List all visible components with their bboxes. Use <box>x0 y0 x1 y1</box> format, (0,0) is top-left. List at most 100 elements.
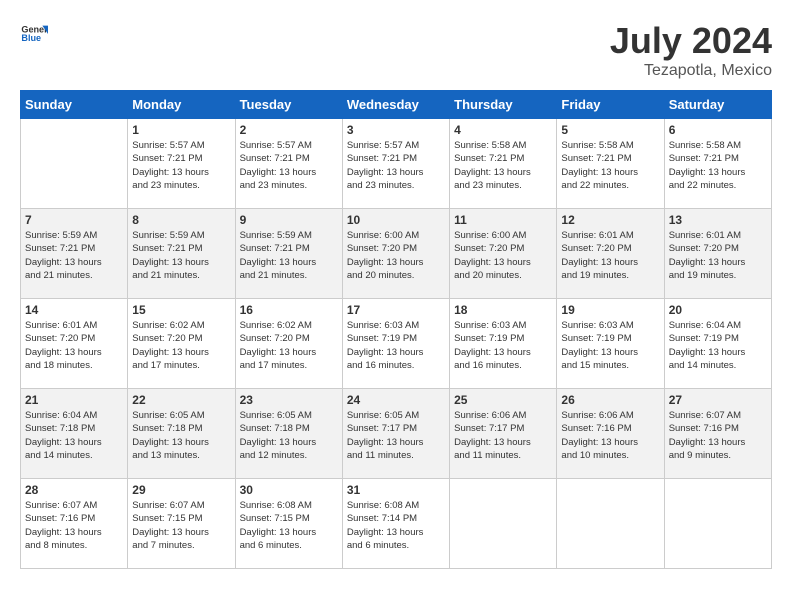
calendar-week-row: 1 Sunrise: 5:57 AMSunset: 7:21 PMDaylight… <box>21 119 772 209</box>
weekday-header-thursday: Thursday <box>450 91 557 119</box>
day-number: 21 <box>25 393 123 407</box>
weekday-header-friday: Friday <box>557 91 664 119</box>
calendar-cell: 3Sunrise: 5:57 AMSunset: 7:21 PMDaylight… <box>342 119 449 209</box>
day-number: 19 <box>561 303 659 317</box>
weekday-header-tuesday: Tuesday <box>235 91 342 119</box>
calendar-cell: 24 Sunrise: 6:05 AMSunset: 7:17 PMDayligh… <box>342 389 449 479</box>
day-number: 13 <box>669 213 767 227</box>
calendar-cell: 19 Sunrise: 6:03 AMSunset: 7:19 PMDayligh… <box>557 299 664 389</box>
day-info: Sunrise: 5:59 AMSunset: 7:21 PMDaylight:… <box>25 229 123 282</box>
calendar-cell: 4 Sunrise: 5:58 AMSunset: 7:21 PMDaylight… <box>450 119 557 209</box>
day-number: 9 <box>240 213 338 227</box>
day-number: 31 <box>347 483 445 497</box>
day-info: Sunrise: 6:02 AMSunset: 7:20 PMDaylight:… <box>132 319 230 372</box>
day-info: Sunrise: 6:01 AMSunset: 7:20 PMDaylight:… <box>561 229 659 282</box>
calendar-cell: 25 Sunrise: 6:06 AMSunset: 7:17 PMDayligh… <box>450 389 557 479</box>
day-number: 12 <box>561 213 659 227</box>
day-number: 24 <box>347 393 445 407</box>
day-number: 2 <box>240 123 338 137</box>
calendar-cell: 27 Sunrise: 6:07 AMSunset: 7:16 PMDayligh… <box>664 389 771 479</box>
day-info: Sunrise: 6:08 AMSunset: 7:14 PMDaylight:… <box>347 499 445 552</box>
calendar-cell: 12 Sunrise: 6:01 AMSunset: 7:20 PMDayligh… <box>557 209 664 299</box>
day-info: Sunrise: 5:58 AMSunset: 7:21 PMDaylight:… <box>561 139 659 192</box>
day-number: 11 <box>454 213 552 227</box>
calendar-cell: 14Sunrise: 6:01 AMSunset: 7:20 PMDayligh… <box>21 299 128 389</box>
day-info: Sunrise: 6:05 AMSunset: 7:18 PMDaylight:… <box>240 409 338 462</box>
calendar-cell: 26 Sunrise: 6:06 AMSunset: 7:16 PMDayligh… <box>557 389 664 479</box>
calendar-cell <box>450 479 557 569</box>
day-number: 29 <box>132 483 230 497</box>
weekday-header-sunday: Sunday <box>21 91 128 119</box>
day-info: Sunrise: 6:06 AMSunset: 7:16 PMDaylight:… <box>561 409 659 462</box>
day-number: 15 <box>132 303 230 317</box>
calendar-cell: 1 Sunrise: 5:57 AMSunset: 7:21 PMDaylight… <box>128 119 235 209</box>
calendar-week-row: 7Sunrise: 5:59 AMSunset: 7:21 PMDaylight… <box>21 209 772 299</box>
day-info: Sunrise: 5:58 AMSunset: 7:21 PMDaylight:… <box>669 139 767 192</box>
day-info: Sunrise: 6:04 AMSunset: 7:19 PMDaylight:… <box>669 319 767 372</box>
calendar-cell <box>21 119 128 209</box>
day-info: Sunrise: 6:03 AMSunset: 7:19 PMDaylight:… <box>561 319 659 372</box>
title-area: July 2024 Tezapotla, Mexico <box>610 20 772 80</box>
calendar-cell: 9 Sunrise: 5:59 AMSunset: 7:21 PMDaylight… <box>235 209 342 299</box>
day-info: Sunrise: 6:07 AMSunset: 7:16 PMDaylight:… <box>669 409 767 462</box>
calendar-cell: 10Sunrise: 6:00 AMSunset: 7:20 PMDayligh… <box>342 209 449 299</box>
calendar-cell: 7Sunrise: 5:59 AMSunset: 7:21 PMDaylight… <box>21 209 128 299</box>
calendar-cell: 15 Sunrise: 6:02 AMSunset: 7:20 PMDayligh… <box>128 299 235 389</box>
logo: General Blue <box>20 20 48 48</box>
day-info: Sunrise: 6:08 AMSunset: 7:15 PMDaylight:… <box>240 499 338 552</box>
calendar-cell: 13Sunrise: 6:01 AMSunset: 7:20 PMDayligh… <box>664 209 771 299</box>
day-number: 23 <box>240 393 338 407</box>
calendar-cell: 29 Sunrise: 6:07 AMSunset: 7:15 PMDayligh… <box>128 479 235 569</box>
calendar-week-row: 21 Sunrise: 6:04 AMSunset: 7:18 PMDayligh… <box>21 389 772 479</box>
calendar-cell: 2 Sunrise: 5:57 AMSunset: 7:21 PMDaylight… <box>235 119 342 209</box>
day-info: Sunrise: 6:06 AMSunset: 7:17 PMDaylight:… <box>454 409 552 462</box>
day-number: 14 <box>25 303 123 317</box>
calendar-cell: 18 Sunrise: 6:03 AMSunset: 7:19 PMDayligh… <box>450 299 557 389</box>
calendar-cell: 8 Sunrise: 5:59 AMSunset: 7:21 PMDaylight… <box>128 209 235 299</box>
day-number: 8 <box>132 213 230 227</box>
day-info: Sunrise: 6:02 AMSunset: 7:20 PMDaylight:… <box>240 319 338 372</box>
day-number: 25 <box>454 393 552 407</box>
day-info: Sunrise: 5:58 AMSunset: 7:21 PMDaylight:… <box>454 139 552 192</box>
calendar-cell: 28 Sunrise: 6:07 AMSunset: 7:16 PMDayligh… <box>21 479 128 569</box>
day-number: 30 <box>240 483 338 497</box>
calendar-week-row: 28 Sunrise: 6:07 AMSunset: 7:16 PMDayligh… <box>21 479 772 569</box>
weekday-header-wednesday: Wednesday <box>342 91 449 119</box>
calendar-cell: 16Sunrise: 6:02 AMSunset: 7:20 PMDayligh… <box>235 299 342 389</box>
weekday-header-row: SundayMondayTuesdayWednesdayThursdayFrid… <box>21 91 772 119</box>
day-info: Sunrise: 6:05 AMSunset: 7:17 PMDaylight:… <box>347 409 445 462</box>
day-info: Sunrise: 5:59 AMSunset: 7:21 PMDaylight:… <box>132 229 230 282</box>
day-number: 10 <box>347 213 445 227</box>
day-number: 26 <box>561 393 659 407</box>
calendar-cell: 21 Sunrise: 6:04 AMSunset: 7:18 PMDayligh… <box>21 389 128 479</box>
month-title: July 2024 <box>610 20 772 62</box>
day-number: 28 <box>25 483 123 497</box>
day-info: Sunrise: 6:04 AMSunset: 7:18 PMDaylight:… <box>25 409 123 462</box>
calendar-cell: 20Sunrise: 6:04 AMSunset: 7:19 PMDayligh… <box>664 299 771 389</box>
day-number: 22 <box>132 393 230 407</box>
calendar-week-row: 14Sunrise: 6:01 AMSunset: 7:20 PMDayligh… <box>21 299 772 389</box>
day-info: Sunrise: 5:57 AMSunset: 7:21 PMDaylight:… <box>132 139 230 192</box>
day-info: Sunrise: 6:00 AMSunset: 7:20 PMDaylight:… <box>454 229 552 282</box>
day-number: 27 <box>669 393 767 407</box>
weekday-header-saturday: Saturday <box>664 91 771 119</box>
calendar-cell: 30 Sunrise: 6:08 AMSunset: 7:15 PMDayligh… <box>235 479 342 569</box>
calendar-cell <box>557 479 664 569</box>
day-info: Sunrise: 6:07 AMSunset: 7:16 PMDaylight:… <box>25 499 123 552</box>
day-number: 3 <box>347 123 445 137</box>
day-info: Sunrise: 5:59 AMSunset: 7:21 PMDaylight:… <box>240 229 338 282</box>
day-info: Sunrise: 6:03 AMSunset: 7:19 PMDaylight:… <box>347 319 445 372</box>
svg-text:Blue: Blue <box>21 33 41 43</box>
day-number: 4 <box>454 123 552 137</box>
header: General Blue July 2024 Tezapotla, Mexico <box>20 20 772 80</box>
day-info: Sunrise: 5:57 AMSunset: 7:21 PMDaylight:… <box>240 139 338 192</box>
day-number: 18 <box>454 303 552 317</box>
day-info: Sunrise: 6:05 AMSunset: 7:18 PMDaylight:… <box>132 409 230 462</box>
day-info: Sunrise: 6:03 AMSunset: 7:19 PMDaylight:… <box>454 319 552 372</box>
day-number: 1 <box>132 123 230 137</box>
day-info: Sunrise: 6:07 AMSunset: 7:15 PMDaylight:… <box>132 499 230 552</box>
calendar-cell: 22 Sunrise: 6:05 AMSunset: 7:18 PMDayligh… <box>128 389 235 479</box>
day-number: 17 <box>347 303 445 317</box>
day-number: 5 <box>561 123 659 137</box>
logo-icon: General Blue <box>20 20 48 48</box>
